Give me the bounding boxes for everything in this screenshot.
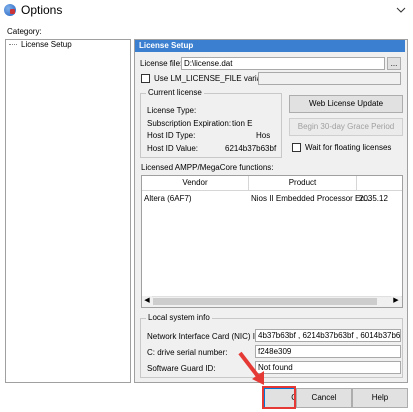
table-cell-product[interactable]: Nios II Embedded Processor En... (251, 194, 372, 203)
host-id-value: 6214b37b63bf (225, 144, 277, 153)
use-env-checkbox[interactable] (141, 74, 150, 83)
scrollbar-thumb[interactable] (153, 298, 377, 305)
license-file-input[interactable]: D:\license.dat (181, 57, 385, 70)
software-guard-field[interactable]: Not found (255, 361, 401, 374)
license-type-label: License Type: (147, 106, 197, 115)
web-license-update-button[interactable]: Web License Update (289, 95, 403, 113)
ok-highlight-box (262, 386, 296, 409)
use-env-label: Use LM_LICENSE_FILE variable: (154, 74, 275, 83)
red-arrow-icon (238, 351, 264, 385)
panel-header: License Setup (135, 40, 405, 52)
current-license-title: Current license (146, 88, 204, 97)
scroll-left-icon[interactable]: ◀ (142, 296, 152, 306)
tree-item-license-setup[interactable]: License Setup (20, 40, 73, 49)
drive-serial-label: C: drive serial number: (147, 348, 228, 357)
wait-floating-label: Wait for floating licenses (305, 143, 392, 152)
app-icon (4, 4, 16, 16)
env-variable-input[interactable] (258, 72, 401, 85)
host-id-type-label: Host ID Type: (147, 131, 196, 140)
column-header-expiration[interactable] (357, 176, 402, 191)
nic-id-field[interactable]: 4b37b63bf , 6214b37b63bf , 6014b37b63bf (255, 329, 401, 342)
grace-period-button[interactable]: Begin 30-day Grace Period (289, 118, 403, 136)
category-tree[interactable] (5, 39, 131, 383)
functions-label: Licensed AMPP/MegaCore functions: (141, 163, 274, 172)
chevron-down-icon[interactable] (395, 4, 407, 16)
help-button[interactable]: Help (352, 388, 408, 408)
host-id-value-label: Host ID Value: (147, 144, 198, 153)
column-header-product[interactable]: Product (249, 176, 357, 191)
window-title: Options (21, 3, 63, 17)
license-file-label: License file: (140, 59, 183, 68)
browse-button[interactable]: ... (387, 57, 401, 70)
column-header-vendor[interactable]: Vendor (142, 176, 249, 191)
local-system-info-title: Local system info (146, 313, 212, 322)
cancel-button[interactable]: Cancel (296, 388, 352, 408)
scroll-right-icon[interactable]: ▶ (391, 296, 401, 306)
host-id-type-value: Hos (256, 131, 272, 140)
category-label: Category: (7, 27, 42, 36)
nic-id-label: Network Interface Card (NIC) ID: (147, 332, 264, 341)
subscription-label: Subscription Expiration: (147, 119, 232, 128)
tree-connector (9, 44, 17, 46)
subscription-value: tion E (232, 119, 253, 128)
table-cell-vendor[interactable]: Altera (6AF7) (144, 194, 192, 203)
wait-floating-checkbox[interactable] (292, 143, 301, 152)
table-cell-expiration[interactable]: 2035.12 (359, 194, 388, 203)
software-guard-label: Software Guard ID: (147, 364, 216, 373)
drive-serial-field[interactable]: f248e309 (255, 345, 401, 358)
